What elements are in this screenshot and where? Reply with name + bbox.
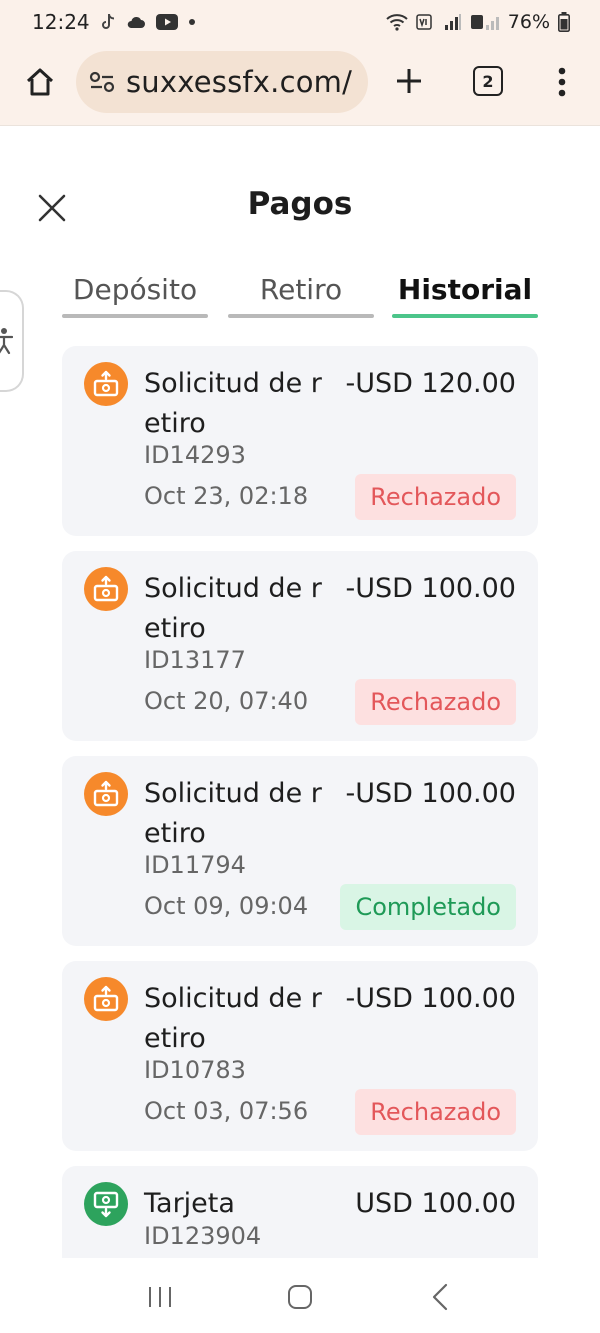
recent-apps-icon [149, 1286, 171, 1307]
tab-retiro[interactable]: Retiro [228, 268, 374, 320]
payment-tabs: Depósito Retiro Historial [62, 268, 538, 320]
signal-icon [444, 13, 462, 31]
transaction-id: ID14293 [144, 441, 246, 469]
recent-apps-button[interactable] [135, 1272, 185, 1322]
transaction-title: Solicitud de retiro [144, 983, 322, 1054]
wifi-icon [386, 13, 408, 31]
transaction-title: Solicitud de retiro [144, 778, 322, 849]
back-button[interactable] [415, 1272, 465, 1322]
status-right: 76% [386, 11, 570, 33]
tab-historial[interactable]: Historial [392, 268, 538, 320]
tab-label: Depósito [72, 273, 198, 306]
status-bar: 12:24 76% [0, 0, 600, 44]
tab-label: Retiro [259, 273, 343, 306]
withdraw-icon [84, 362, 128, 406]
transaction-id: ID11794 [144, 851, 246, 879]
withdraw-icon [84, 772, 128, 816]
withdraw-icon [84, 977, 128, 1021]
accessibility-icon [0, 328, 13, 355]
tab-count: 2 [482, 71, 494, 91]
status-badge: Completado [340, 884, 516, 930]
cloud-icon [126, 15, 146, 29]
transaction-date: Oct 03, 07:56 [144, 1097, 309, 1125]
transaction-date: Oct 09, 09:04 [144, 892, 309, 920]
status-left: 12:24 [32, 10, 196, 34]
transaction-amount: -USD 120.00 [345, 368, 517, 399]
transaction-date: Oct 20, 07:40 [144, 687, 309, 715]
dot-icon [188, 18, 196, 26]
new-tab-button[interactable] [392, 64, 426, 98]
browser-menu-button[interactable] [550, 64, 574, 100]
history-item[interactable]: Solicitud de retiro -USD 100.00 ID10783 … [62, 961, 538, 1151]
transaction-title: Solicitud de retiro [144, 368, 322, 439]
transaction-id: ID13177 [144, 646, 246, 674]
address-bar[interactable]: suxxessfx.com/ [76, 51, 368, 113]
transaction-amount: -USD 100.00 [345, 983, 517, 1014]
status-badge: Rechazado [355, 679, 516, 725]
volte-icon [416, 13, 436, 31]
url-text[interactable]: suxxessfx.com/ [126, 65, 352, 99]
tab-deposito[interactable]: Depósito [62, 268, 208, 320]
status-time: 12:24 [32, 10, 90, 34]
transaction-title: Solicitud de retiro [144, 573, 322, 644]
status-badge: Rechazado [355, 1089, 516, 1135]
back-icon [432, 1283, 448, 1310]
tab-underline [228, 314, 374, 318]
history-item[interactable]: Solicitud de retiro -USD 100.00 ID13177 … [62, 551, 538, 741]
tab-switcher-button[interactable]: 2 [473, 66, 503, 96]
accessibility-button[interactable] [0, 290, 24, 392]
transaction-id: ID10783 [144, 1056, 246, 1084]
system-nav-bar [0, 1260, 600, 1333]
battery-icon [558, 12, 570, 32]
browser-toolbar: suxxessfx.com/ 2 [0, 44, 600, 126]
transaction-id: ID123904 [144, 1222, 262, 1250]
history-item[interactable]: Solicitud de retiro -USD 120.00 ID14293 … [62, 346, 538, 536]
tab-underline-active [392, 314, 538, 318]
battery-text: 76% [507, 11, 550, 33]
history-item[interactable]: Tarjeta USD 100.00 ID123904 [62, 1166, 538, 1258]
history-list[interactable]: Solicitud de retiro -USD 120.00 ID14293 … [62, 346, 538, 1258]
home-icon [26, 68, 54, 96]
transaction-title: Tarjeta [144, 1188, 235, 1219]
withdraw-icon [84, 567, 128, 611]
transaction-amount: USD 100.00 [355, 1188, 516, 1219]
history-item[interactable]: Solicitud de retiro -USD 100.00 ID11794 … [62, 756, 538, 946]
home-button[interactable] [20, 62, 60, 102]
page-title: Pagos [247, 186, 353, 222]
transaction-amount: -USD 100.00 [345, 778, 517, 809]
home-nav-icon [288, 1284, 312, 1309]
plus-icon [397, 69, 421, 93]
transaction-amount: -USD 100.00 [345, 573, 517, 604]
tab-label: Historial [397, 273, 533, 306]
signal-4g-icon [470, 13, 500, 31]
more-vertical-icon [558, 67, 566, 97]
youtube-icon [155, 14, 178, 30]
tab-underline [62, 314, 208, 318]
tiktok-icon [100, 13, 116, 31]
status-badge: Rechazado [355, 474, 516, 520]
deposit-icon [84, 1182, 128, 1226]
transaction-date: Oct 23, 02:18 [144, 482, 309, 510]
home-nav-button[interactable] [275, 1272, 325, 1322]
site-settings-icon[interactable] [88, 68, 116, 96]
